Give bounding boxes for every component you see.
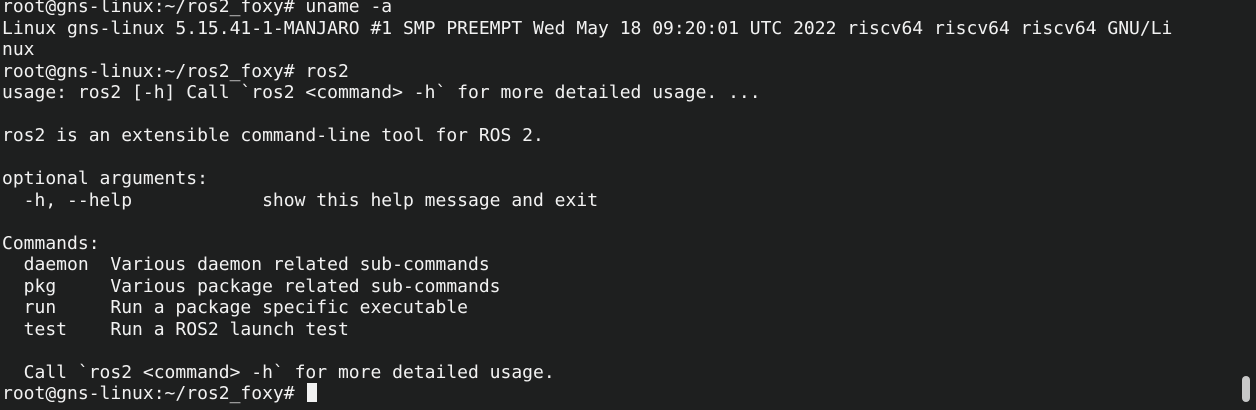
terminal-line: nux [2, 39, 35, 60]
terminal-line: test Run a ROS2 launch test [2, 318, 349, 340]
terminal-line: pkg Various package related sub-commands [2, 275, 501, 297]
terminal-line: Call `ros2 <command> -h` for more detail… [2, 361, 555, 383]
terminal-line: usage: ros2 [-h] Call `ros2 <command> -h… [2, 82, 761, 103]
terminal-line: run Run a package specific executable [2, 297, 468, 318]
scrollbar-thumb[interactable] [1242, 376, 1250, 402]
terminal-line: -h, --help show this help message and ex… [2, 189, 599, 211]
terminal-line: ros2 is an extensible command-line tool … [2, 125, 544, 146]
text-cursor [307, 383, 318, 402]
prompt-line[interactable]: root@gns-linux:~/ros2_foxy# [2, 383, 1230, 405]
terminal-line: daemon Various daemon related sub-comman… [2, 254, 490, 275]
terminal-line: root@gns-linux:~/ros2_foxy# ros2 [2, 60, 349, 82]
terminal-line: optional arguments: [2, 168, 208, 189]
terminal-line: root@gns-linux:~/ros2_foxy# uname -a [2, 0, 393, 17]
terminal-line: Commands: [2, 232, 100, 254]
terminal-window[interactable]: root@gns-linux:~/ros2_foxy# uname -a Lin… [0, 0, 1256, 410]
terminal-output: root@gns-linux:~/ros2_foxy# uname -a Lin… [2, 0, 1230, 405]
terminal-line: Linux gns-linux 5.15.41-1-MANJARO #1 SMP… [2, 17, 1173, 39]
shell-prompt: root@gns-linux:~/ros2_foxy# [2, 383, 306, 404]
